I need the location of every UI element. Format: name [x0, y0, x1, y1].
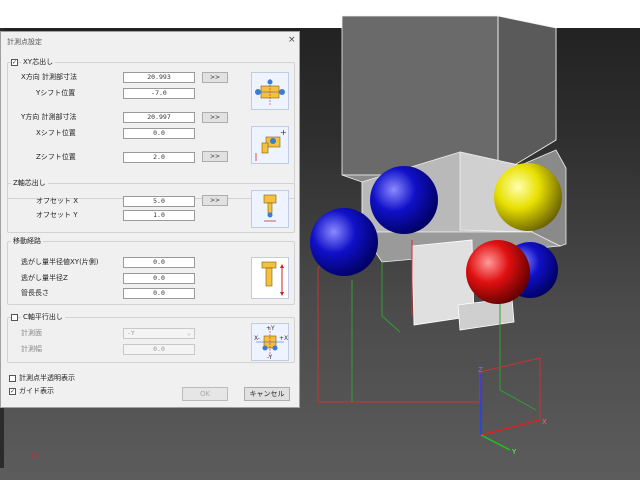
probe-sphere-yellow: [494, 163, 562, 231]
offset-y-label: オフセット Y: [36, 211, 78, 219]
move-path-label: 移動経路: [11, 237, 43, 246]
measure-width-label: 計測幅: [21, 345, 42, 353]
measure-point-dialog[interactable]: 計測点設定 × ✓ XY芯出し X方向 計測部寸法 20.993 >> Yシフト…: [0, 31, 300, 408]
x-shift-label: Xシフト位置: [36, 129, 76, 137]
semi-transparent-checkbox[interactable]: [9, 375, 16, 382]
close-icon[interactable]: ×: [288, 35, 296, 45]
xy-x-diagram-icon: [251, 72, 289, 110]
axis-y-line: [480, 434, 511, 451]
axis-x-label: X: [542, 418, 547, 426]
x-dir-size-input[interactable]: 20.993: [123, 72, 195, 83]
xy-centering-checkbox[interactable]: ✓: [11, 59, 18, 66]
approach-length-label: 管長長さ: [21, 289, 49, 297]
probe-sphere-red: [466, 240, 530, 304]
z-shift-input[interactable]: 2.0: [123, 152, 195, 163]
y-dir-more-button[interactable]: >>: [202, 112, 228, 123]
xy-y-diagram-icon: +: [251, 126, 289, 164]
offset-x-input[interactable]: 5.0: [123, 196, 195, 207]
z-offset-diagram-icon: [251, 190, 289, 228]
cancel-button[interactable]: キャンセル: [244, 387, 290, 401]
c-axis-checkbox[interactable]: [11, 314, 18, 321]
measure-face-select[interactable]: -Y ⌄: [123, 328, 195, 339]
svg-text:+X: +X: [279, 335, 288, 342]
relief-z-label: 逃がし量半径Z: [21, 274, 68, 282]
probe-sphere-blue-back: [370, 166, 438, 234]
measure-face-label: 計測面: [21, 329, 42, 337]
z-shift-label: Zシフト位置: [36, 153, 76, 161]
semi-transparent-label: 計測点半透明表示: [19, 374, 75, 382]
ok-button[interactable]: OK: [182, 387, 228, 401]
ruler-value: 10: [30, 452, 39, 460]
x-shift-input[interactable]: 0.0: [123, 128, 195, 139]
svg-text:+Y: +Y: [266, 325, 275, 332]
svg-text:X-: X-: [254, 335, 260, 342]
axis-y-label: Y: [511, 448, 517, 456]
spindle-column: [341, 15, 557, 176]
offset-y-input[interactable]: 1.0: [123, 210, 195, 221]
measure-width-input[interactable]: 0.0: [123, 344, 195, 355]
relief-z-input[interactable]: 0.0: [123, 273, 195, 284]
guide-checkbox[interactable]: ✓: [9, 388, 16, 395]
relief-xy-input[interactable]: 0.0: [123, 257, 195, 268]
c-axis-diagram-icon: +Y X- +X -Y: [251, 323, 289, 361]
z-centering-label: Z軸芯出し: [11, 179, 48, 188]
svg-text:+: +: [280, 128, 287, 137]
y-shift-label: Yシフト位置: [36, 89, 76, 97]
y-shift-input[interactable]: -7.0: [123, 88, 195, 99]
chevron-down-icon: ⌄: [187, 329, 191, 337]
z-shift-more-button[interactable]: >>: [202, 151, 228, 162]
offset-more-button[interactable]: >>: [202, 195, 228, 206]
y-dir-size-input[interactable]: 20.997: [123, 112, 195, 123]
xy-centering-label: XY芯出し: [21, 58, 56, 67]
measure-face-value: -Y: [127, 329, 135, 337]
axis-x-line: [480, 419, 541, 436]
approach-length-input[interactable]: 0.0: [123, 288, 195, 299]
x-dir-size-label: X方向 計測部寸法: [21, 73, 78, 81]
dialog-title: 計測点設定: [7, 38, 42, 46]
axis-triad: Z X Y: [478, 366, 547, 456]
relief-xy-label: 逃がし量半径値XY(片側): [21, 258, 99, 266]
c-axis-label: C軸平行出し: [21, 313, 65, 322]
offset-x-label: オフセット X: [36, 197, 79, 205]
x-dir-more-button[interactable]: >>: [202, 72, 228, 83]
y-dir-size-label: Y方向 計測部寸法: [21, 113, 77, 121]
guide-label: ガイド表示: [19, 387, 54, 395]
move-path-diagram-icon: [251, 257, 289, 299]
svg-text:-Y: -Y: [267, 354, 272, 360]
axis-z-label: Z: [478, 366, 483, 374]
probe-sphere-blue-left: [310, 208, 378, 276]
